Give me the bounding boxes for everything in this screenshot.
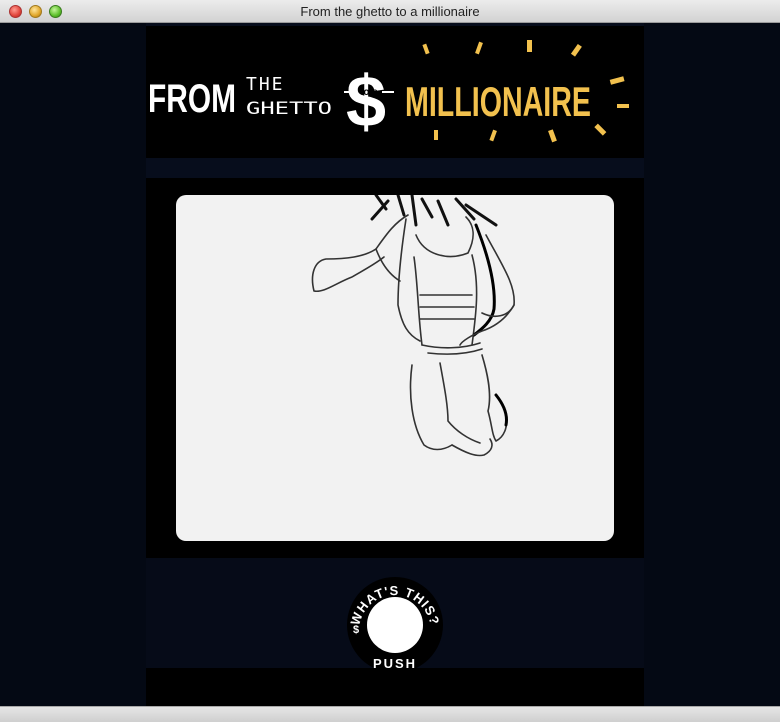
footer-bar <box>146 668 644 706</box>
page-content: FROM THE GHETTO $ to a MILLIONAIRE WHAT'… <box>0 23 780 706</box>
horizontal-scrollbar[interactable] <box>0 706 780 722</box>
logo-dollar-sign: $ <box>346 62 386 142</box>
logo-word-to-a: to a <box>360 87 378 98</box>
dancer-sketch-illustration <box>311 195 515 457</box>
logo-word-millionaire: MILLIONAIRE <box>405 78 591 125</box>
whats-this-push-button[interactable]: WHAT'S THIS? $ PUSH <box>345 575 445 675</box>
window-title: From the ghetto to a millionaire <box>300 4 480 19</box>
push-dollar-sign: $ <box>353 624 359 636</box>
logo-word-ghetto: GHETTO <box>246 99 332 119</box>
window-titlebar: From the ghetto to a millionaire <box>0 0 780 23</box>
logo-word-the: THE <box>246 74 285 95</box>
video-screen[interactable] <box>176 195 614 541</box>
site-header-logo: FROM THE GHETTO $ to a MILLIONAIRE <box>146 26 644 158</box>
push-button-area: WHAT'S THIS? $ PUSH <box>146 558 644 673</box>
logo-word-from: FROM <box>148 77 236 121</box>
video-player-frame <box>146 178 644 558</box>
